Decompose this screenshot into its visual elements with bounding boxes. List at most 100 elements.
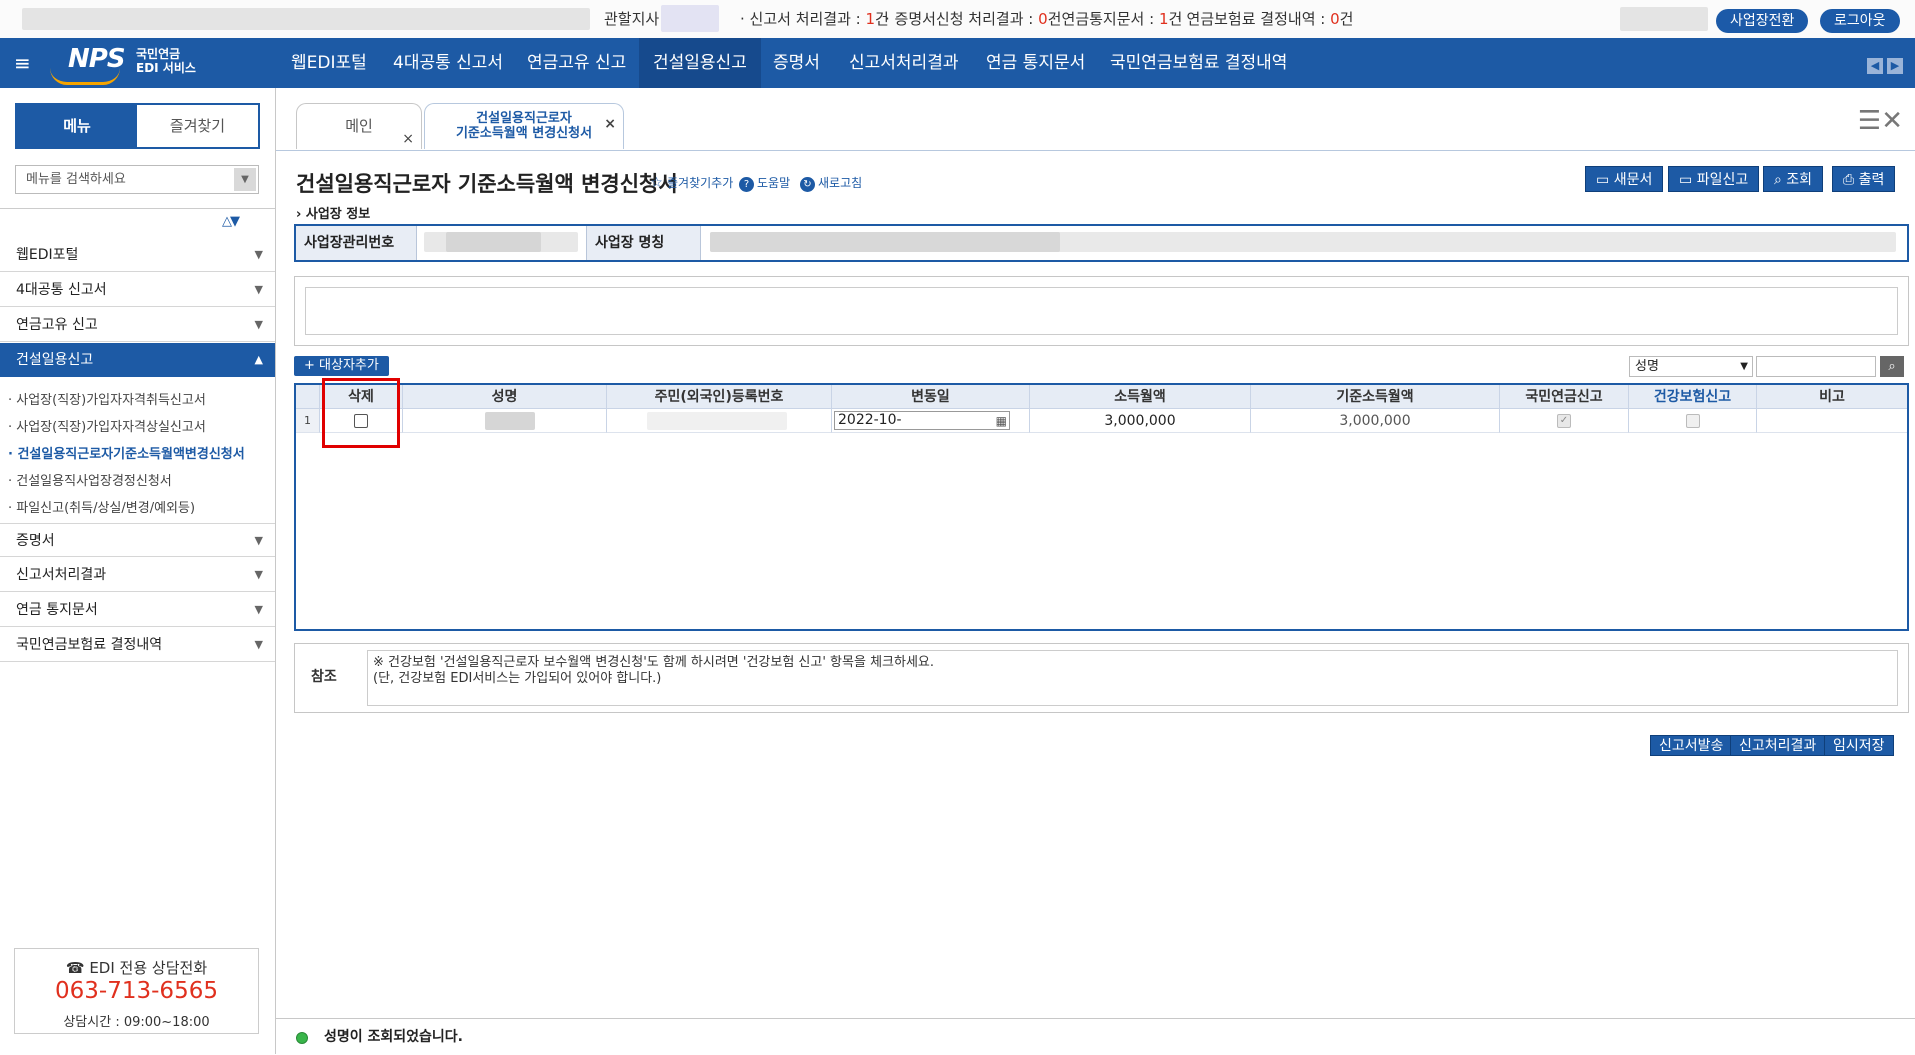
grid-header-regno[interactable]: 주민(외국인)등록번호 — [607, 385, 832, 409]
status-bar: 성명이 조회되었습니다. — [276, 1018, 1915, 1055]
hamburger-icon[interactable]: ≡ — [14, 50, 36, 76]
health-checkbox[interactable] — [1685, 414, 1700, 428]
chevron-up-icon: ▲ — [254, 353, 263, 366]
sidebar-item-pension-reports[interactable]: 연금고유 신고 ▼ — [0, 308, 275, 342]
sidebar-item-premium-decisions[interactable]: 국민연금보험료 결정내역 ▼ — [0, 628, 275, 662]
tab-menu-icon[interactable]: ☰✕ — [1858, 106, 1903, 136]
nav-pension-reports[interactable]: 연금고유 신고 — [513, 38, 640, 88]
grid-header-income[interactable]: 소득월액 — [1030, 385, 1251, 409]
nav-web-edi-portal[interactable]: 웹EDI포털 — [277, 38, 381, 88]
nav-report-results[interactable]: 신고서처리결과 — [835, 38, 972, 88]
chevron-down-icon: ▼ — [254, 318, 263, 331]
search-button[interactable]: ⌕ 조회 — [1763, 166, 1824, 192]
print-label: 출력 — [1858, 172, 1885, 188]
grid-header-pension[interactable]: 국민연금신고 — [1500, 385, 1629, 409]
remark-cell[interactable] — [1757, 409, 1907, 433]
close-icon[interactable]: × — [402, 117, 414, 161]
grid-header-change-date[interactable]: 변동일 — [832, 385, 1030, 409]
search-field-value: 성명 — [1635, 359, 1659, 374]
nav-scroll-arrows: ◀ ▶ — [1863, 54, 1903, 74]
add-favorite-link[interactable]: ☆ 즐겨찾기추가 — [649, 174, 733, 191]
sidebar-item-certificates[interactable]: 증명서 ▼ — [0, 523, 275, 557]
chevron-down-icon: ▼ — [1740, 361, 1748, 372]
temp-save-button[interactable]: 임시저장 — [1824, 735, 1894, 756]
folder-icon: ▭ — [1679, 172, 1697, 188]
pension-checkbox: ✓ — [1557, 414, 1571, 428]
support-phone-title: ☎ EDI 전용 상담전화 — [65, 959, 208, 977]
note-box: 참조 ※ 건강보험 '건설일용직근로자 보수월액 변경신청'도 함께 하시려면 … — [294, 643, 1909, 713]
search-field-select[interactable]: 성명 ▼ — [1629, 356, 1753, 377]
base-income-cell: 3,000,000 — [1251, 409, 1500, 433]
chevron-down-icon: ▼ — [254, 638, 263, 651]
tab-income-change-form[interactable]: 건설일용직근로자 기준소득월액 변경신청서 × — [424, 103, 624, 149]
sidebar-item-pension-notices[interactable]: 연금 통지문서 ▼ — [0, 593, 275, 627]
sidebar-subitem-file-report[interactable]: · 파일신고(취득/상실/변경/예외등) — [8, 497, 195, 516]
stat-certificate-results[interactable]: · 증명서신청 처리결과 : 0건 — [885, 0, 1061, 38]
regno-cell[interactable] — [607, 409, 832, 433]
sidebar-subitem-income-change[interactable]: · 건설일용직근로자기준소득월액변경신청서 — [8, 443, 245, 462]
stat-report-results[interactable]: · 신고서 처리결과 : 1건 — [740, 0, 889, 38]
row-number: 1 — [296, 409, 320, 433]
chevron-left-icon[interactable]: ◀ — [1867, 58, 1883, 74]
grid-header-base-income[interactable]: 기준소득월액 — [1251, 385, 1500, 409]
calendar-icon[interactable]: ▦ — [996, 413, 1007, 430]
status-message: 성명이 조회되었습니다. — [324, 1029, 463, 1045]
grid-header-name[interactable]: 성명 — [403, 385, 607, 409]
sidebar-item-common-reports[interactable]: 4대공통 신고서 ▼ — [0, 273, 275, 307]
nav-pension-notices[interactable]: 연금 통지문서 — [972, 38, 1099, 88]
empty-panel — [294, 276, 1909, 346]
send-report-button[interactable]: 신고서발송 — [1650, 735, 1733, 756]
income-cell[interactable]: 3,000,000 — [1030, 409, 1251, 433]
sidebar-subitem-correction[interactable]: · 건설일용직사업장경정신청서 — [8, 470, 172, 489]
nav-construction-reports[interactable]: 건설일용신고 — [639, 38, 761, 88]
nps-logo[interactable]: NPS 국민연금 EDI 서비스 — [48, 44, 198, 85]
close-icon[interactable]: × — [604, 117, 616, 132]
logo-line2: EDI 서비스 — [136, 61, 196, 75]
blurred-user — [1620, 7, 1708, 31]
nav-certificates[interactable]: 증명서 — [759, 38, 834, 88]
chevron-right-icon[interactable]: ▶ — [1887, 58, 1903, 74]
tab-menu[interactable]: 메뉴 — [17, 105, 137, 147]
refresh-link[interactable]: ↻ 새로고침 — [800, 174, 862, 192]
grid-header-remark[interactable]: 비고 — [1757, 385, 1907, 409]
report-results-button[interactable]: 신고처리결과 — [1730, 735, 1826, 756]
sidebar-item-label: 건설일용신고 — [16, 352, 94, 368]
search-icon[interactable]: ⌕ — [1880, 356, 1904, 377]
stat-pension-notices[interactable]: · 연금통지문서 : 1건 — [1052, 0, 1182, 38]
file-report-button[interactable]: ▭ 파일신고 — [1668, 166, 1760, 192]
sidebar-item-report-results[interactable]: 신고서처리결과 ▼ — [0, 558, 275, 592]
print-button[interactable]: ⎙ 출력 — [1832, 166, 1896, 192]
stat-premium-decisions[interactable]: · 연금보험료 결정내역 : 0건 — [1177, 0, 1353, 38]
support-phone-box: ☎ EDI 전용 상담전화 063-713-6565 상담시간 : 09:00~… — [14, 948, 259, 1034]
name-cell[interactable] — [403, 409, 607, 433]
switch-workplace-button[interactable]: 사업장전환 — [1716, 9, 1809, 33]
tab-main-label: 메인 — [345, 117, 373, 135]
tab-main[interactable]: 메인 × — [296, 103, 422, 149]
chevron-down-icon: ▼ — [254, 534, 263, 547]
help-link[interactable]: ? 도움말 — [739, 174, 790, 192]
nav-premium-decisions[interactable]: 국민연금보험료 결정내역 — [1096, 38, 1301, 88]
name-blur — [485, 412, 535, 430]
nav-common-reports[interactable]: 4대공통 신고서 — [379, 38, 517, 88]
blurred-branch — [661, 5, 719, 32]
sidebar-subitem-loss[interactable]: · 사업장(직장)가입자자격상실신고서 — [8, 416, 206, 435]
sidebar-divider — [0, 208, 275, 209]
expand-collapse-icon[interactable]: △▼ — [222, 214, 240, 229]
refresh-label: 새로고침 — [818, 176, 863, 190]
change-date-input[interactable]: 2022-10- ▦ — [834, 411, 1010, 430]
grid-header-health[interactable]: 건강보험신고 — [1629, 385, 1757, 409]
tab-favorites[interactable]: 즐겨찾기 — [137, 105, 258, 147]
sidebar-item-label: 국민연금보험료 결정내역 — [16, 637, 163, 653]
chevron-down-icon[interactable]: ▼ — [234, 168, 256, 191]
top-info-bar: 관할지사 : · 신고서 처리결과 : 1건 · 증명서신청 처리결과 : 0건… — [0, 0, 1915, 39]
menu-search-select[interactable]: 메뉴를 검색하세요 ▼ — [15, 165, 259, 194]
sidebar-item-construction-reports[interactable]: 건설일용신고 ▲ — [0, 343, 275, 377]
add-target-button[interactable]: + 대상자추가 — [294, 356, 389, 376]
logout-button[interactable]: 로그아웃 — [1820, 9, 1900, 33]
sidebar-subitem-acquisition[interactable]: · 사업장(직장)가입자자격취득신고서 — [8, 389, 206, 408]
search-icon: ⌕ — [1774, 172, 1787, 188]
sidebar-item-web-edi[interactable]: 웹EDI포털 ▼ — [0, 238, 275, 272]
new-document-button[interactable]: ▭ 새문서 — [1585, 166, 1664, 192]
search-input[interactable] — [1756, 356, 1876, 377]
refresh-icon: ↻ — [800, 177, 815, 192]
